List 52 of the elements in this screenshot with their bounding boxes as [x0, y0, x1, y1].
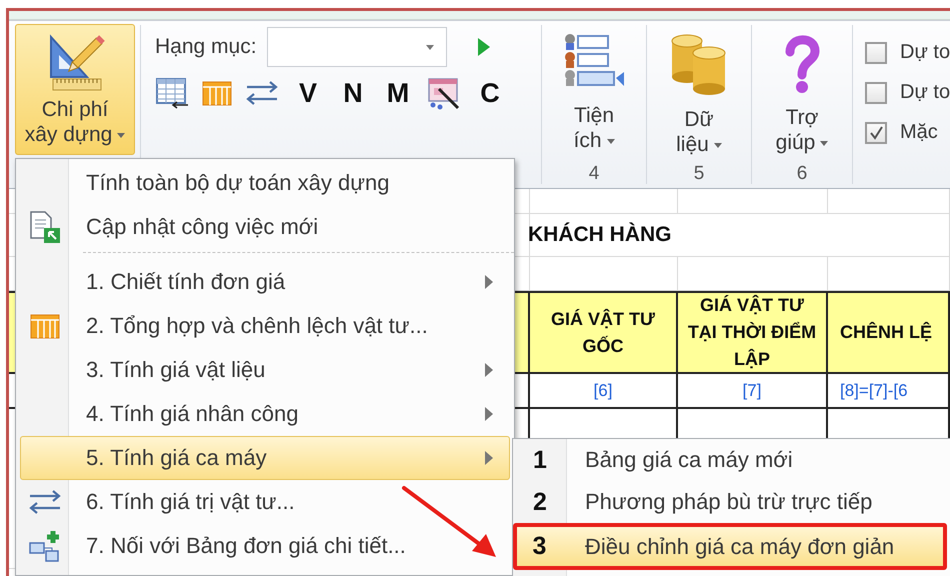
table-cell: [8]=[7]-[6 — [840, 380, 908, 400]
utilities-button[interactable]: Tiện ích — [559, 24, 629, 158]
submenu-item[interactable]: 1 Bảng giá ca máy mới — [513, 439, 947, 481]
menu-item[interactable]: 5. Tính giá ca máy — [20, 436, 510, 480]
swap-icon — [28, 487, 62, 517]
column-header: GIÁ VẬT TƯ TẠI THỜI ĐIỂM LẬP — [686, 294, 818, 371]
help-button[interactable]: Trợ giúp — [772, 24, 832, 160]
swap-icon[interactable] — [245, 78, 279, 108]
document-icon — [28, 210, 62, 244]
caret-icon — [820, 140, 828, 146]
category-label: Hạng mục: — [155, 35, 257, 59]
caret-icon — [606, 138, 614, 144]
menu-item[interactable]: Cập nhật công việc mới — [20, 205, 510, 249]
column-header: GIÁ VẬT TƯ GỐC — [550, 308, 656, 358]
table-cell: [6] — [594, 380, 612, 400]
menu-item[interactable]: 7. Nối với Bảng đơn giá chi tiết... — [20, 524, 510, 568]
checkbox-label: Mặc — [900, 121, 938, 144]
construction-cost-button[interactable]: Chi phí xây dựng — [15, 24, 135, 155]
group-label: 6 — [796, 163, 808, 186]
checkbox[interactable] — [865, 42, 887, 64]
data-button[interactable]: Dữ liệu — [666, 24, 732, 162]
menu-item[interactable]: Tính toàn bộ dự toán xây dựng — [20, 161, 510, 205]
letter-tool-button[interactable]: N — [337, 75, 369, 111]
play-icon — [476, 37, 491, 57]
submenu-item[interactable]: 3 Điều chỉnh giá ca máy đơn giản — [513, 523, 947, 570]
caret-icon — [117, 132, 126, 138]
letter-tool-button[interactable]: V — [292, 75, 324, 111]
columns-icon[interactable] — [202, 79, 232, 107]
columns-icon — [30, 312, 60, 340]
checkbox[interactable] — [865, 122, 887, 144]
group-label: 5 — [694, 163, 704, 186]
table-cell: [7] — [742, 380, 762, 400]
column-header: CHÊNH LỆ — [840, 320, 932, 344]
menu-item[interactable]: 6. Tính giá trị vật tư... — [20, 480, 510, 524]
letter-tool-button[interactable]: C — [474, 75, 506, 111]
caret-icon — [714, 142, 722, 148]
submenu-item[interactable]: 2 Phương pháp bù trừ trực tiếp — [513, 481, 947, 523]
caret-icon — [426, 44, 434, 50]
menu-item[interactable]: 1. Chiết tính đơn giá — [20, 260, 510, 304]
diagram-add-icon — [28, 529, 62, 563]
checkbox-label: Dự to — [900, 41, 950, 64]
table-icon[interactable] — [155, 77, 189, 109]
window-wand-icon[interactable] — [427, 76, 461, 110]
checkbox[interactable] — [865, 82, 887, 104]
checkbox-label: Dự to — [900, 81, 950, 104]
checkmark-icon — [869, 126, 883, 140]
letter-tool-button[interactable]: M — [382, 75, 414, 111]
sheet-title: KHÁCH HÀNG — [528, 223, 672, 247]
menu-item[interactable]: 3. Tính giá vật liệu — [20, 348, 510, 392]
menu-item[interactable]: 2. Tổng hợp và chênh lệch vật tư... — [20, 304, 510, 348]
menu-item[interactable]: 4. Tính giá nhân công — [20, 392, 510, 436]
group-label: 4 — [588, 163, 600, 186]
